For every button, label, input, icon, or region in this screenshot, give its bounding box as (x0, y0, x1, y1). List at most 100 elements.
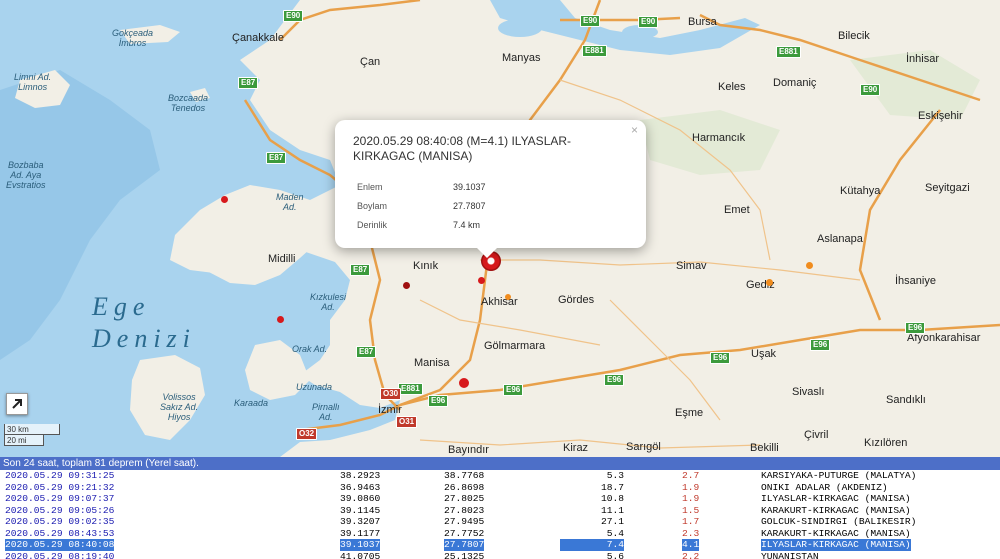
quake-depth: 5.3 (606, 470, 624, 481)
sea-label-line2: Denizi (92, 324, 196, 353)
city-label: Gölmarmara (484, 340, 546, 352)
quake-row-selected[interactable]: 2020.05.29 08:40:08 39.1037 27.7807 7.4 … (0, 539, 1000, 551)
quake-marker[interactable] (403, 282, 410, 289)
quake-marker[interactable] (221, 196, 228, 203)
city-label: Kiraz (563, 442, 589, 454)
quake-lon: 38.7768 (444, 470, 485, 481)
road-shield: E87 (238, 77, 259, 89)
quake-magnitude: 2.3 (682, 527, 700, 539)
city-label: İhsaniye (895, 275, 936, 287)
road-shield: E881 (582, 45, 607, 57)
island-label: Limni Ad. Limnos (14, 72, 52, 92)
quake-magnitude: 2.7 (682, 470, 700, 481)
quake-date: 2020.05.29 09:21:32 (5, 481, 115, 493)
quake-lat: 41.0705 (340, 550, 381, 559)
quake-magnitude: 1.5 (682, 504, 700, 516)
quake-magnitude: 1.9 (682, 481, 700, 493)
popup-row-latitude: Enlem 39.1037 (353, 177, 490, 196)
city-label: Çanakkale (232, 32, 284, 44)
island-label: Pirnallı Ad. (312, 402, 340, 422)
quake-lat: 39.1177 (340, 527, 381, 539)
road-shield: O32 (296, 428, 318, 440)
road-shield: E881 (776, 46, 801, 58)
map-view[interactable]: Ege Denizi Gokçeada İmbros Limni Ad. Lim… (0, 0, 1000, 457)
road-shield: E96 (604, 374, 625, 386)
city-label: Bilecik (838, 30, 870, 42)
island-label: Karaada (234, 398, 269, 408)
status-bar: Son 24 saat, toplam 81 deprem (Yerel saa… (0, 457, 1000, 470)
quake-list[interactable]: 2020.05.29 09:31:25 38.2923 38.7768 5.3 … (0, 470, 1000, 559)
city-label: Çan (360, 56, 381, 68)
road-shield: E96 (810, 339, 831, 351)
quake-lat: 39.1037 (340, 539, 381, 551)
island-label: Bozbaba Ad. Aya Evstratios (6, 160, 46, 190)
city-label: Eşme (675, 407, 704, 419)
city-label: Simav (676, 260, 707, 272)
quake-lon: 25.1325 (444, 550, 485, 559)
quake-place: YUNANISTAN (761, 550, 819, 559)
popup-value: 39.1037 (453, 181, 486, 192)
road-shield: E881 (398, 383, 423, 395)
quake-lon: 27.9495 (444, 516, 485, 527)
quake-lon: 27.7752 (444, 527, 485, 539)
quake-date: 2020.05.29 08:43:53 (5, 527, 115, 539)
quake-lat: 39.0860 (340, 493, 381, 504)
quake-depth: 5.4 (606, 527, 624, 539)
city-label: Harmancık (692, 132, 746, 144)
popup-row-longitude: Boylam 27.7807 (353, 196, 490, 215)
city-label: Eskişehir (918, 110, 963, 122)
popup-details-table: Enlem 39.1037 Boylam 27.7807 Derinlik 7.… (353, 177, 490, 234)
island-label: Kızkulesi Ad. (310, 292, 347, 312)
quake-lat: 39.1145 (340, 504, 381, 516)
island-label: Orak Ad. (292, 344, 328, 354)
quake-marker[interactable] (806, 262, 813, 269)
quake-row[interactable]: 2020.05.29 08:43:53 39.1177 27.7752 5.4 … (0, 528, 1000, 540)
city-label: Midilli (268, 253, 296, 265)
city-label: Manyas (502, 52, 541, 64)
quake-row[interactable]: 2020.05.29 09:02:35 39.3207 27.9495 27.1… (0, 516, 1000, 528)
popup-label: Enlem (357, 181, 383, 192)
quake-date: 2020.05.29 09:31:25 (5, 470, 115, 481)
road-shield: E87 (356, 346, 377, 358)
quake-row[interactable]: 2020.05.29 09:05:26 39.1145 27.8023 11.1… (0, 505, 1000, 517)
quake-place: GOLCUK-SINDIRGI (BALIKESIR) (761, 516, 917, 527)
city-label: Bursa (688, 16, 717, 28)
city-label: Domaniç (773, 77, 817, 89)
road-shield: E90 (638, 16, 659, 28)
quake-info-popup: × 2020.05.29 08:40:08 (M=4.1) ILYASLAR-K… (335, 120, 646, 258)
road-shield: E90 (860, 84, 881, 96)
quake-magnitude: 1.9 (682, 493, 700, 504)
quake-magnitude: 4.1 (682, 539, 700, 551)
quake-marker[interactable] (459, 378, 469, 388)
quake-marker[interactable] (766, 279, 773, 286)
fullscreen-button[interactable] (6, 393, 28, 415)
popup-value: 27.7807 (453, 200, 486, 211)
quake-magnitude: 1.7 (682, 516, 700, 527)
island-label: Maden Ad. (276, 192, 304, 212)
quake-date: 2020.05.29 09:07:37 (5, 493, 115, 504)
quake-row[interactable]: 2020.05.29 09:31:25 38.2923 38.7768 5.3 … (0, 470, 1000, 482)
city-label: Kınık (413, 260, 439, 272)
city-label: Manisa (414, 357, 450, 369)
quake-row[interactable]: 2020.05.29 08:19:40 41.0705 25.1325 5.6 … (0, 551, 1000, 559)
quake-place: KARAKURT-KIRKAGAC (MANISA) (761, 527, 911, 539)
quake-date: 2020.05.29 09:02:35 (5, 516, 115, 527)
quake-row[interactable]: 2020.05.29 09:07:37 39.0860 27.8025 10.8… (0, 493, 1000, 505)
quake-marker[interactable] (277, 316, 284, 323)
road-shield: E87 (266, 152, 287, 164)
city-label: Sandıklı (886, 394, 926, 406)
city-label: Keles (718, 81, 746, 93)
quake-date: 2020.05.29 08:40:08 (5, 539, 115, 551)
quake-lat: 39.3207 (340, 516, 381, 527)
quake-row[interactable]: 2020.05.29 09:21:32 36.9463 26.8698 18.7… (0, 482, 1000, 494)
island-label: Gokçeada İmbros (112, 28, 154, 48)
quake-marker[interactable] (478, 277, 485, 284)
quake-depth: 10.8 (600, 493, 624, 504)
island-label: Bozcaada Tenedos (168, 93, 209, 113)
quake-marker[interactable] (505, 294, 511, 300)
popup-close-button[interactable]: × (631, 123, 638, 137)
popup-row-depth: Derinlik 7.4 km (353, 215, 490, 234)
road-shield: O30 (380, 388, 402, 400)
island-label: Uzunada (296, 382, 333, 392)
sea-label-line1: Ege (92, 292, 151, 321)
